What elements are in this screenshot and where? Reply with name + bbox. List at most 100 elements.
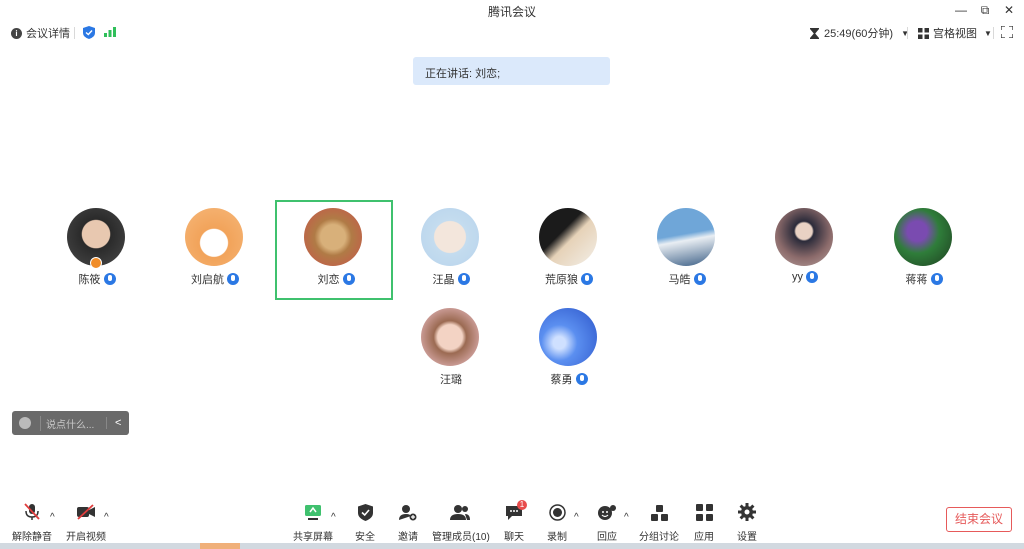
microphone-icon [581,273,593,285]
participant-tile[interactable]: 汪璐 [392,300,510,400]
view-mode-button[interactable]: 宫格视图 ▼ [918,25,992,41]
title-bar: 腾讯会议 — ⧉ ✕ [0,0,1024,21]
chat-input-placeholder[interactable]: 说点什么... [40,415,102,431]
divider [74,27,75,39]
settings-label: 设置 [737,532,757,543]
restore-button[interactable]: ⧉ [974,2,996,18]
participant-tile[interactable]: 蒋蒋 [865,200,983,300]
reactions-label: 回应 [597,532,617,543]
taskbar-segment [200,543,240,549]
participant-avatar [775,208,833,266]
signal-icon [104,27,116,37]
emoji-icon[interactable] [19,417,31,429]
collapse-chat-button[interactable]: < [106,417,121,429]
participant-avatar [657,208,715,266]
participant-name: 刘恋 [317,274,340,286]
participant-avatar [539,308,597,366]
participant-tile[interactable]: 马皓 [628,200,746,300]
chevron-up-icon[interactable]: ^ [104,512,109,523]
microphone-icon [103,273,116,285]
unread-badge: 1 [517,500,527,510]
microphone-icon [575,373,588,385]
taskbar-strip [0,543,1024,549]
participant-avatar [421,208,479,266]
chevron-up-icon[interactable]: ^ [574,512,579,523]
breakout-label: 分组讨论 [639,532,679,543]
microphone-icon [342,273,355,285]
chat-button[interactable]: 1 聊天 [500,500,528,543]
reaction-icon [593,502,621,522]
microphone-icon [457,273,470,285]
info-icon: i [11,27,22,39]
divider [993,27,994,39]
microphone-icon [227,273,239,285]
record-icon [543,502,571,522]
camera-off-icon [66,502,106,522]
meeting-info-bar: i 会议详情 25:49(60分钟) ▼ 宫格视图 ▼ [0,22,1024,44]
participant-tile[interactable]: 汪晶 [392,200,510,300]
meeting-timer[interactable]: 25:49(60分钟) ▼ [810,25,909,41]
record-button[interactable]: 录制 [543,502,571,543]
meeting-details-button[interactable]: i 会议详情 [11,25,70,41]
microphone-muted-icon [12,502,52,522]
participant-avatar [421,308,479,366]
divider [907,27,908,39]
participant-name: 马皓 [668,274,691,286]
share-screen-button[interactable]: 共享屏幕 [293,502,333,543]
participant-avatar [185,208,243,266]
add-user-icon [393,502,423,522]
participant-name: 蔡勇 [550,374,573,386]
microphone-icon [693,273,706,285]
start-video-button[interactable]: 开启视频 [66,502,106,543]
share-screen-label: 共享屏幕 [293,532,333,543]
unmute-button[interactable]: 解除静音 [12,502,52,543]
shield-icon [350,502,380,522]
security-button[interactable]: 安全 [350,502,380,543]
security-label: 安全 [355,532,375,543]
window-title: 腾讯会议 [487,5,536,19]
apps-button[interactable]: 应用 [690,502,718,543]
host-badge-icon [90,257,102,269]
participant-name: 汪晶 [432,274,455,286]
chevron-down-icon: ▼ [984,28,992,38]
bottom-toolbar: 解除静音 ^ 开启视频 ^ 共享屏幕 ^ 安全 邀请 管理成员(10) 1 聊天… [0,498,1024,543]
close-button[interactable]: ✕ [998,2,1020,18]
breakout-rooms-button[interactable]: 分组讨论 [639,502,679,543]
hourglass-icon [810,27,819,39]
network-status[interactable] [104,27,116,37]
manage-members-label: 管理成员(10) [432,532,490,543]
grid-view-icon [918,27,929,39]
participant-tile-active-speaker[interactable]: 刘恋 [275,200,393,300]
timer-text: 25:49(60分钟) [824,28,894,40]
participant-tile[interactable]: 蔡勇 [510,300,628,400]
invite-label: 邀请 [398,532,418,543]
participant-avatar [304,208,362,266]
security-status-button[interactable] [83,26,95,39]
speaking-indicator: 正在讲话: 刘恋; [413,57,610,85]
microphone-icon [930,273,943,285]
view-mode-label: 宫格视图 [933,28,977,40]
gear-icon [733,502,761,522]
end-meeting-button[interactable]: 结束会议 [946,507,1012,532]
members-icon [432,502,488,522]
record-label: 录制 [547,532,567,543]
participant-name: 刘启航 [191,274,224,286]
participant-tile[interactable]: yy [746,200,864,300]
chevron-up-icon[interactable]: ^ [331,512,336,523]
participant-tile[interactable]: 刘启航 [156,200,274,300]
participant-tile[interactable]: 荒原狼 [510,200,628,300]
manage-members-button[interactable]: 管理成员(10) [432,502,490,543]
reactions-button[interactable]: 回应 [593,502,621,543]
fullscreen-icon [1001,26,1013,38]
chevron-up-icon[interactable]: ^ [624,512,629,523]
participant-name: 汪璐 [440,374,462,386]
fullscreen-button[interactable] [1001,26,1013,38]
microphone-icon [806,271,818,283]
chevron-up-icon[interactable]: ^ [50,512,55,523]
invite-button[interactable]: 邀请 [393,502,423,543]
participant-tile[interactable]: 陈筱 [38,200,156,300]
settings-button[interactable]: 设置 [733,502,761,543]
chat-quick-input[interactable]: 说点什么... < [12,411,129,435]
minimize-button[interactable]: — [950,2,972,18]
participant-name: 荒原狼 [545,274,578,286]
